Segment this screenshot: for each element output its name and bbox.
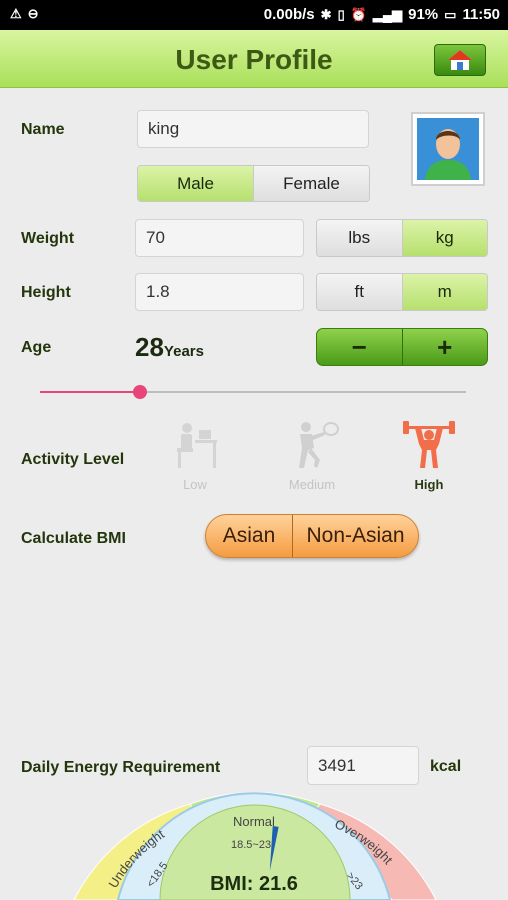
bmi-gauge: Underweight Normal Overweight <18.5 18.5… (73, 792, 437, 900)
height-label: Height (21, 284, 71, 301)
activity-low[interactable]: Low (155, 420, 235, 492)
bmi-non-asian-button[interactable]: Non-Asian (292, 515, 418, 557)
status-bar: ⚠ ⊖ 0.00b/s ✱ ▯ ⏰ ▂▄▆ 91% ▭ 11:50 (0, 0, 508, 30)
avatar[interactable] (411, 112, 485, 186)
battery-icon: ▭ (444, 6, 457, 22)
home-button[interactable] (434, 44, 486, 76)
age-unit: Years (163, 343, 204, 360)
activity-high[interactable]: High (389, 420, 469, 492)
height-unit-ft[interactable]: ft (317, 274, 402, 310)
weight-unit-lbs[interactable]: lbs (317, 220, 402, 256)
weight-unit-toggle: lbs kg (316, 219, 488, 257)
vibrate-icon: ▯ (337, 6, 345, 22)
alarm-icon: ⏰ (350, 6, 367, 22)
age-slider-fill (40, 391, 140, 393)
warning-icon: ⚠ (10, 6, 22, 21)
desk-person-icon (177, 423, 217, 468)
age-slider-thumb[interactable] (133, 385, 147, 399)
activity-high-caption: High (414, 477, 444, 492)
weight-unit-kg[interactable]: kg (401, 220, 487, 256)
blocked-icon: ⊖ (27, 6, 39, 21)
network-speed: 0.00b/s (263, 6, 315, 23)
battery-percent: 91% (408, 6, 439, 23)
age-decrement-button[interactable]: − (317, 329, 402, 365)
name-label: Name (21, 121, 65, 138)
energy-unit: kcal (430, 758, 462, 775)
person-avatar-icon (417, 118, 479, 180)
bmi-readout: BMI: 21.6 (210, 873, 298, 895)
activity-label: Activity Level (21, 451, 125, 468)
age-increment-button[interactable]: + (401, 329, 488, 365)
age-number: 28 (135, 332, 164, 362)
height-unit-m[interactable]: m (401, 274, 487, 310)
gender-male-option[interactable]: Male (138, 166, 253, 201)
energy-value-field[interactable]: 3491 (307, 746, 419, 785)
clock: 11:50 (462, 6, 500, 23)
gender-female-option[interactable]: Female (253, 166, 369, 201)
zone-normal-range: 18.5~23 (231, 839, 271, 851)
name-input[interactable]: king (137, 110, 369, 148)
height-unit-toggle: ft m (316, 273, 488, 311)
energy-label: Daily Energy Requirement (21, 759, 221, 776)
activity-medium-caption: Medium (288, 477, 336, 492)
signal-icon: ▂▄▆ (372, 6, 403, 22)
zone-normal-name: Normal (233, 814, 275, 829)
bmi-asian-button[interactable]: Asian (206, 515, 292, 557)
gender-toggle: Male Female (137, 165, 370, 202)
calculate-bmi-label: Calculate BMI (21, 530, 126, 547)
bmi-standard-toggle: Asian Non-Asian (205, 514, 419, 558)
height-input[interactable]: 1.8 (135, 273, 304, 311)
activity-low-caption: Low (183, 477, 207, 492)
bluetooth-icon: ✱ (320, 6, 332, 22)
weight-input[interactable]: 70 (135, 219, 304, 257)
title-bar: User Profile (0, 30, 508, 88)
weightlifter-icon (403, 421, 455, 468)
age-label: Age (21, 339, 52, 356)
home-icon (448, 50, 472, 70)
age-stepper: − + (316, 328, 488, 366)
tennis-player-icon (299, 422, 339, 468)
activity-medium[interactable]: Medium (272, 420, 352, 492)
age-value: 28Years (135, 332, 204, 363)
page-title: User Profile (175, 44, 333, 75)
weight-label: Weight (21, 230, 75, 247)
